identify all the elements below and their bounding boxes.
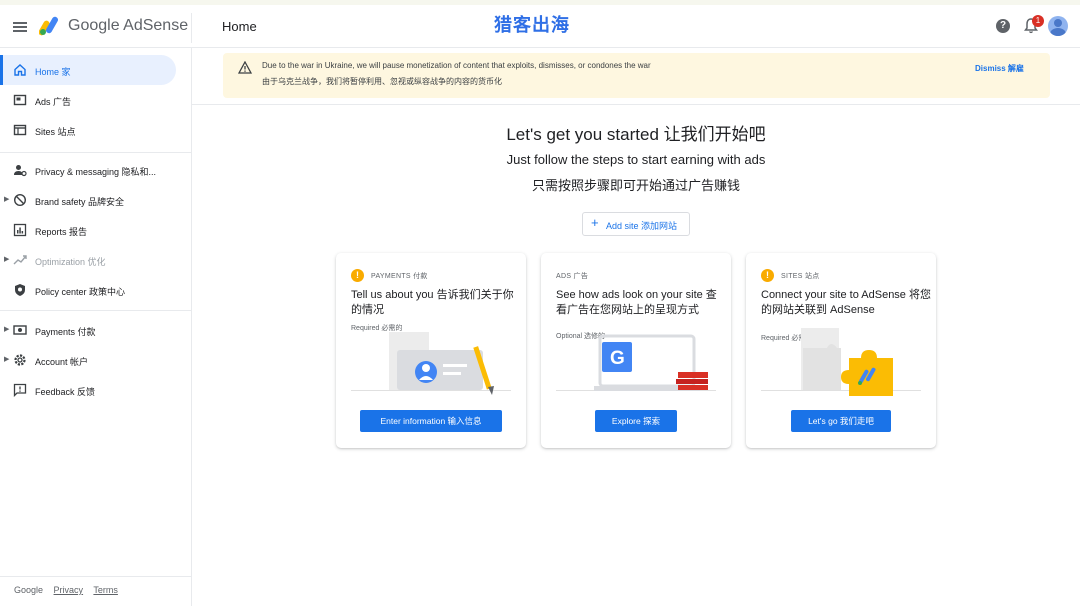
sidebar-item-label: Feedback 反馈 [35, 387, 96, 397]
svg-text:G: G [610, 348, 625, 369]
card-title: Tell us about you 告诉我们关于你的情况 [351, 289, 514, 316]
sidebar-item-account[interactable]: ▶ Account 帐户 [0, 345, 176, 375]
menu-icon[interactable] [13, 22, 27, 32]
content-divider [192, 104, 1080, 105]
banner-text-zh: 由于乌克兰战争，我们将暂停利用、忽视或纵容战争的内容的货币化 [262, 77, 502, 86]
privacy-link[interactable]: Privacy [54, 585, 84, 595]
sidebar-item-brand-safety[interactable]: ▶ Brand safety 品牌安全 [0, 185, 176, 215]
banner-text-en: Due to the war in Ukraine, we will pause… [262, 61, 651, 70]
sidebar-item-label: Payments 付款 [35, 327, 96, 337]
sidebar-item-payments[interactable]: ▶ Payments 付款 [0, 315, 176, 345]
help-icon[interactable]: ? [996, 19, 1010, 33]
sidebar-item-optimization[interactable]: ▶ Optimization 优化 [0, 245, 176, 275]
sites-illustration [761, 328, 921, 396]
avatar[interactable] [1048, 16, 1068, 36]
home-icon [14, 64, 26, 76]
sidebar-item-privacy[interactable]: Privacy & messaging 隐私和... [0, 155, 176, 185]
gear-icon [14, 354, 26, 366]
hero-title: Let's get you started 让我们开始吧 [506, 125, 766, 144]
dismiss-button[interactable]: Dismiss 解雇 [975, 63, 1024, 74]
trending-icon [13, 255, 27, 265]
payments-icon [13, 325, 27, 335]
warning-status-icon: ! [761, 269, 774, 282]
notice-banner: Due to the war in Ukraine, we will pause… [223, 53, 1050, 98]
notification-badge: 1 [1032, 15, 1044, 27]
sidebar-item-label: Optimization 优化 [35, 257, 106, 267]
warning-status-icon: ! [351, 269, 364, 282]
card-title: Connect your site to AdSense 将您的网站关联到 Ad… [761, 289, 931, 316]
sidebar-item-reports[interactable]: Reports 报告 [0, 215, 176, 245]
sidebar-item-home[interactable]: Home 家 [0, 55, 176, 85]
app-header: Google AdSense Home 猎客出海 ? 1 [0, 5, 1080, 47]
caret-right-icon: ▶ [4, 356, 10, 363]
block-icon [13, 193, 27, 207]
sidebar-item-label: Policy center 政策中心 [35, 287, 126, 297]
warning-icon [238, 61, 252, 74]
page-title: Home [222, 19, 257, 34]
sidebar-item-label: Reports 报告 [35, 227, 88, 237]
sidebar-item-label: Brand safety 品牌安全 [35, 197, 125, 207]
sidebar-footer-divider [0, 576, 191, 577]
hero-subtitle-zh: 只需按照步骤即可开始通过广告赚钱 [531, 178, 740, 193]
explore-button[interactable]: Explore 探索 [595, 410, 677, 432]
hero-subtitle-en: Just follow the steps to start earning w… [506, 152, 766, 167]
card-sites: ! SITES 站点 Connect your site to AdSense … [746, 253, 936, 448]
reports-icon [13, 223, 27, 237]
sidebar-item-label: Ads 广告 [35, 97, 72, 107]
sidebar-item-policy-center[interactable]: Policy center 政策中心 [0, 275, 176, 305]
sidebar-item-label: Account 帐户 [35, 357, 89, 367]
card-ads: ADS 广告 See how ads look on your site 查看广… [541, 253, 731, 448]
feedback-icon [13, 383, 27, 397]
sidebar-item-label: Sites 站点 [35, 127, 76, 137]
sidebar-item-label: Privacy & messaging 隐私和... [35, 167, 157, 177]
terms-link[interactable]: Terms [93, 585, 118, 595]
add-site-button[interactable]: + Add site 添加网站 [582, 212, 690, 236]
brand-name: Google AdSense [68, 17, 189, 34]
sidebar: Home 家 Ads 广告 Sites 站点 Privacy & messagi… [0, 48, 192, 606]
sidebar-footer: Google Privacy Terms [14, 585, 126, 595]
header-divider [191, 13, 192, 43]
caret-right-icon: ▶ [4, 196, 10, 203]
card-kicker: PAYMENTS 付款 [371, 273, 428, 280]
sidebar-item-feedback[interactable]: Feedback 反馈 [0, 375, 176, 405]
card-kicker: ADS 广告 [556, 273, 589, 280]
card-payments: ! PAYMENTS 付款 Tell us about you 告诉我们关于你的… [336, 253, 526, 448]
card-title: See how ads look on your site 查看广告在您网站上的… [556, 289, 717, 316]
nav-divider [0, 152, 191, 153]
caret-right-icon: ▶ [4, 326, 10, 333]
adsense-logo [39, 16, 58, 36]
nav-divider [0, 310, 191, 311]
lets-go-button[interactable]: Let's go 我们走吧 [791, 410, 891, 432]
enter-information-button[interactable]: Enter information 输入信息 [360, 410, 502, 432]
privacy-icon [14, 165, 27, 177]
watermark-text: 猎客出海 [494, 15, 570, 35]
sidebar-item-sites[interactable]: Sites 站点 [0, 115, 176, 145]
sites-icon [13, 124, 27, 136]
footer-google-text: Google [14, 585, 44, 595]
plus-icon: + [591, 215, 599, 230]
ads-illustration: G [556, 334, 716, 391]
card-kicker: SITES 站点 [781, 273, 820, 280]
caret-right-icon: ▶ [4, 256, 10, 263]
sidebar-item-label: Home 家 [35, 67, 71, 77]
shield-icon [15, 284, 25, 296]
payments-illustration [351, 332, 511, 395]
add-site-label: Add site 添加网站 [606, 221, 678, 231]
sidebar-item-ads[interactable]: Ads 广告 [0, 85, 176, 115]
ads-icon [13, 94, 27, 106]
